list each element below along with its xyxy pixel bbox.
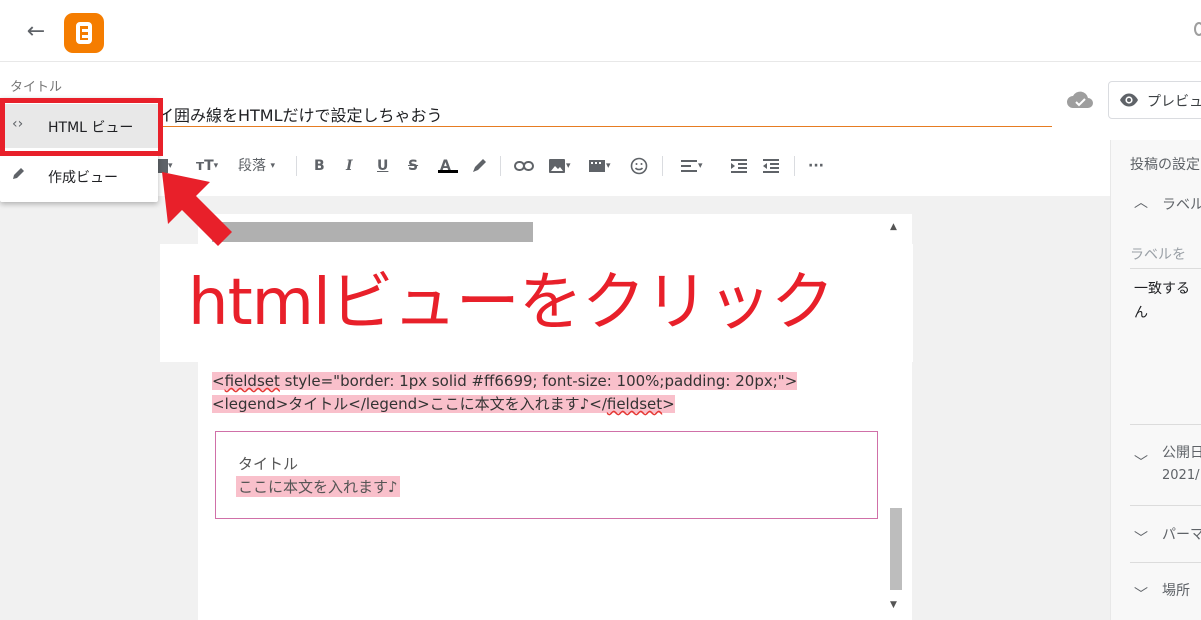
align-left-icon[interactable]: ▾ — [680, 154, 703, 178]
indent-decrease-icon[interactable] — [762, 154, 780, 178]
paragraph-label: 段落 — [238, 158, 266, 174]
link-icon[interactable] — [514, 154, 534, 178]
format-toolbar: ▾ тT▾ 段落 ▾ B I U S A ▾ ▾ ▾ ··· — [150, 140, 1110, 192]
title-label: タイトル — [10, 80, 63, 95]
title-input[interactable]: イ囲み線をHTMLだけで設定しちゃおう — [158, 102, 443, 126]
labels-input[interactable]: ラベルを — [1130, 244, 1186, 264]
pencil-icon — [12, 166, 26, 184]
bold-button[interactable]: B — [314, 154, 325, 178]
html-code-text[interactable]: <fieldset style="border: 1px solid #ff66… — [212, 370, 798, 416]
highlight-pen-icon[interactable] — [470, 154, 488, 178]
more-options-button[interactable]: ··· — [808, 154, 824, 178]
top-bar — [0, 0, 1201, 62]
eye-icon — [1120, 93, 1138, 107]
scroll-down-arrow[interactable]: ▼ — [890, 600, 897, 610]
annotation-text: htmlビューをクリック — [188, 266, 835, 340]
redacted-block — [212, 222, 533, 242]
preview-button[interactable]: プレビュー — [1108, 81, 1201, 119]
arrow-annotation-icon — [162, 172, 232, 246]
chevron-down-icon[interactable]: ﹀ — [1134, 584, 1148, 604]
italic-button[interactable]: I — [346, 154, 353, 178]
scrollbar-thumb[interactable] — [890, 508, 902, 590]
strikethrough-button[interactable]: S — [408, 154, 418, 178]
arrow-left-icon[interactable]: ← — [22, 18, 50, 46]
video-icon[interactable]: ▾ — [588, 154, 611, 178]
fieldset-body: ここに本文を入れます♪ — [236, 476, 400, 497]
chevron-down-icon[interactable]: ﹀ — [1134, 452, 1148, 472]
toolbar-divider — [296, 156, 297, 176]
account-icon[interactable] — [1194, 22, 1201, 36]
panel-divider — [1130, 424, 1201, 425]
panel-divider — [1130, 562, 1201, 563]
menu-item-label: 作成ビュー — [48, 170, 118, 186]
chevron-down-icon[interactable]: ﹀ — [1134, 528, 1148, 548]
blogger-logo-icon[interactable] — [64, 13, 104, 53]
indent-increase-icon[interactable] — [730, 154, 748, 178]
cloud-saved-icon — [1067, 91, 1093, 108]
emoji-icon[interactable] — [630, 154, 648, 178]
fieldset-preview-box — [215, 431, 878, 519]
scroll-up-arrow[interactable]: ▲ — [890, 222, 897, 232]
paragraph-dropdown[interactable]: 段落 ▾ — [238, 154, 275, 178]
fieldset-legend: タイトル — [238, 455, 299, 473]
publish-header[interactable]: 公開日 — [1162, 442, 1201, 462]
labels-underline — [1130, 268, 1201, 269]
publish-value: 2021/ — [1162, 468, 1200, 483]
menu-item-compose-view[interactable]: 作成ビュー — [0, 154, 158, 198]
panel-divider — [1130, 505, 1201, 506]
font-color-swatch — [438, 170, 458, 173]
font-color-button[interactable]: A — [440, 154, 451, 178]
underline-button[interactable]: U — [377, 154, 388, 178]
chevron-up-icon[interactable]: ︿ — [1134, 192, 1148, 212]
highlight-frame — [0, 98, 163, 156]
toolbar-divider — [662, 156, 663, 176]
labels-header[interactable]: ラベル — [1162, 194, 1201, 214]
labels-hint: 一致する — [1134, 281, 1190, 297]
labels-hint-2: ん — [1134, 305, 1148, 321]
toolbar-divider — [794, 156, 795, 176]
title-underline — [158, 126, 1052, 127]
permalink-header[interactable]: パーマ — [1162, 524, 1201, 544]
location-header[interactable]: 場所 — [1162, 580, 1190, 600]
image-icon[interactable]: ▾ — [548, 154, 571, 178]
preview-label: プレビュー — [1147, 94, 1201, 110]
toolbar-divider — [500, 156, 501, 176]
settings-title: 投稿の設定 — [1130, 157, 1200, 173]
